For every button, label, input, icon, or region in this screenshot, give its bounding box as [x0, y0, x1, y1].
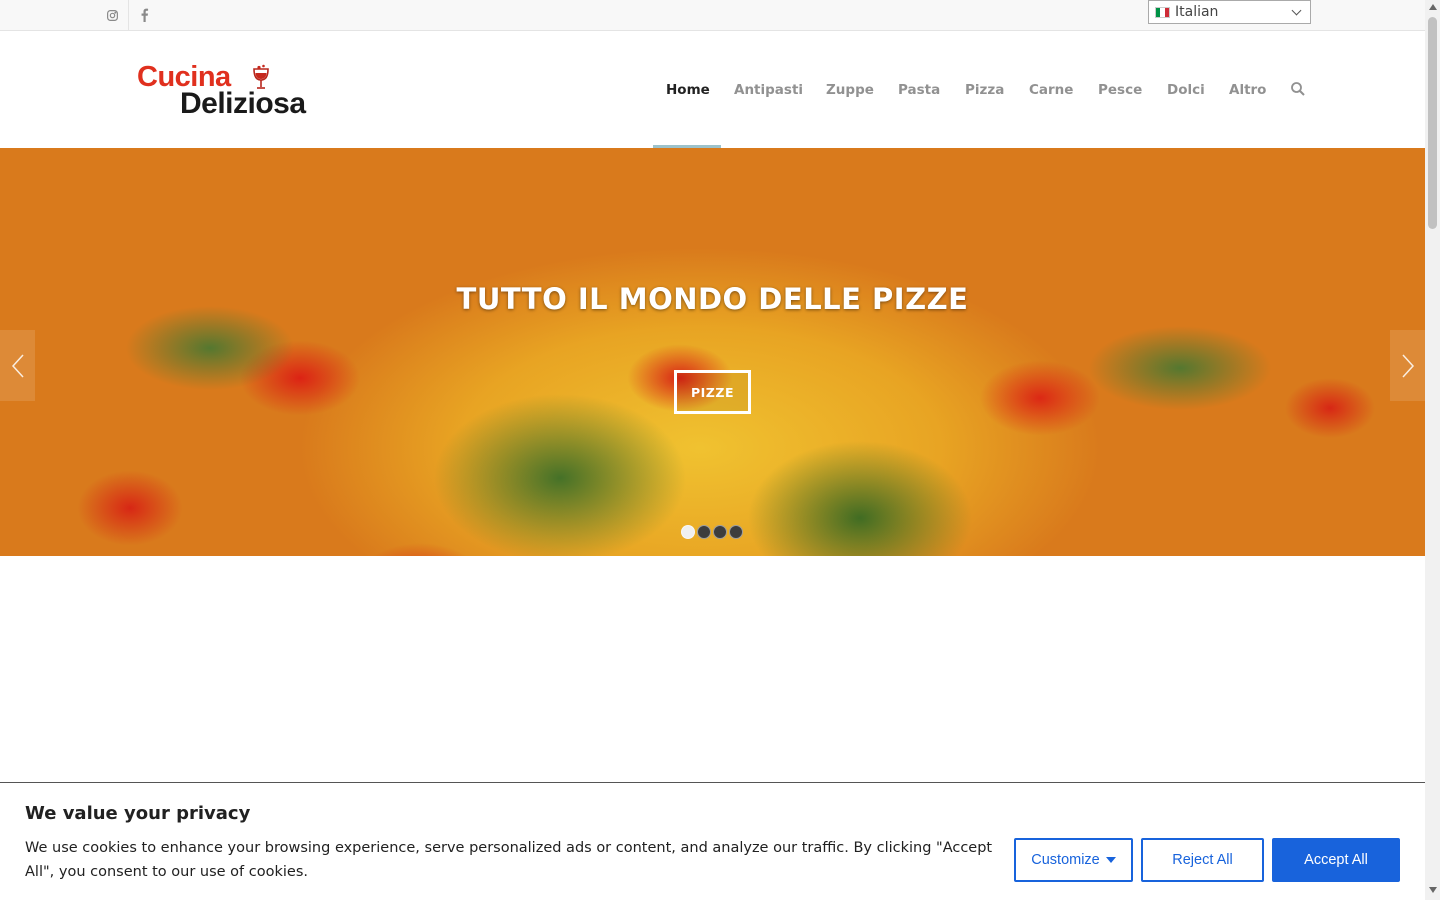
nav-item-home[interactable]: Home: [666, 31, 710, 148]
slider-prev-button[interactable]: [0, 330, 35, 401]
cookie-title: We value your privacy: [25, 803, 251, 824]
slider-next-button[interactable]: [1390, 330, 1425, 401]
cookie-customize-label: Customize: [1031, 852, 1100, 868]
cookie-reject-button[interactable]: Reject All: [1141, 838, 1264, 882]
nav-item-dolci[interactable]: Dolci: [1167, 31, 1205, 148]
italy-flag-icon: [1155, 6, 1170, 18]
facebook-link[interactable]: [128, 0, 159, 30]
caret-down-icon: [1105, 857, 1116, 863]
nav-item-altro[interactable]: Altro: [1229, 31, 1266, 148]
site-header: Cucina Deliziosa Home Antipasti Zuppe Pa…: [0, 31, 1425, 148]
chevron-down-icon: [1291, 5, 1302, 16]
page-scrollbar[interactable]: [1425, 0, 1440, 900]
instagram-icon: [107, 9, 118, 21]
nav-item-pesce[interactable]: Pesce: [1098, 31, 1142, 148]
cookie-accept-button[interactable]: Accept All: [1272, 838, 1400, 882]
cookie-banner: We value your privacy We use cookies to …: [0, 782, 1425, 900]
chevron-left-icon: [11, 353, 24, 378]
top-bar: Italian: [0, 0, 1425, 31]
search-icon[interactable]: [1290, 81, 1306, 97]
facebook-icon: [141, 8, 148, 22]
hero-slider: TUTTO IL MONDO DELLE PIZZE PIZZE: [0, 148, 1425, 556]
slider-dot-1[interactable]: [681, 525, 695, 539]
cookie-text: We use cookies to enhance your browsing …: [25, 840, 993, 880]
site-logo[interactable]: Cucina Deliziosa: [137, 61, 317, 121]
language-selected-label: Italian: [1175, 4, 1219, 20]
nav-item-antipasti[interactable]: Antipasti: [734, 31, 803, 148]
nav-item-carne[interactable]: Carne: [1029, 31, 1073, 148]
logo-text-line2: Deliziosa: [180, 87, 306, 120]
nav-item-pasta[interactable]: Pasta: [898, 31, 940, 148]
hero-title: TUTTO IL MONDO DELLE PIZZE: [456, 282, 969, 316]
hero-pizze-button[interactable]: PIZZE: [674, 370, 751, 414]
chevron-right-icon: [1401, 353, 1414, 378]
language-select[interactable]: Italian: [1148, 0, 1311, 24]
slider-dot-3[interactable]: [713, 525, 727, 539]
scroll-down-icon[interactable]: [1429, 887, 1437, 893]
cookie-customize-button[interactable]: Customize: [1014, 838, 1133, 882]
slider-dots: [681, 525, 743, 539]
slider-dot-2[interactable]: [697, 525, 711, 539]
slider-dot-4[interactable]: [729, 525, 743, 539]
nav-item-pizza[interactable]: Pizza: [965, 31, 1004, 148]
scroll-thumb[interactable]: [1428, 17, 1437, 229]
instagram-link[interactable]: [97, 0, 128, 30]
scroll-up-icon[interactable]: [1429, 4, 1437, 10]
nav-item-zuppe[interactable]: Zuppe: [826, 31, 874, 148]
